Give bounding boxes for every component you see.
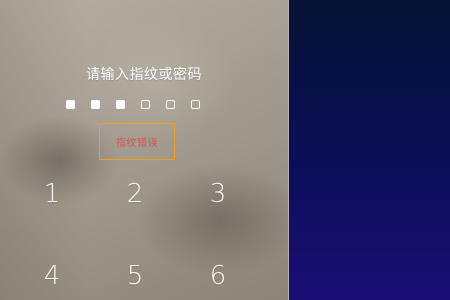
pin-dot xyxy=(91,100,100,109)
pin-indicator xyxy=(66,100,200,109)
pin-dot xyxy=(116,100,125,109)
key-2[interactable]: 2 xyxy=(105,170,165,218)
panel-divider xyxy=(288,0,289,300)
right-gradient-panel xyxy=(289,0,450,300)
numeric-keypad: 1 2 3 4 5 6 xyxy=(0,170,288,300)
key-5[interactable]: 5 xyxy=(105,252,165,300)
pin-dot xyxy=(191,100,200,109)
key-4[interactable]: 4 xyxy=(22,252,82,300)
screen-root: 请输入指纹或密码 指纹错误 1 2 3 4 5 6 xyxy=(0,0,450,300)
pin-dot xyxy=(66,100,75,109)
pin-dot xyxy=(166,100,175,109)
key-1[interactable]: 1 xyxy=(22,170,82,218)
key-6[interactable]: 6 xyxy=(188,252,248,300)
error-message-box: 指纹错误 xyxy=(99,123,175,160)
pin-dot xyxy=(141,100,150,109)
key-3[interactable]: 3 xyxy=(188,170,248,218)
unlock-prompt: 请输入指纹或密码 xyxy=(86,67,202,83)
lock-screen-panel: 请输入指纹或密码 指纹错误 1 2 3 4 5 6 xyxy=(0,0,288,300)
error-message-text: 指纹错误 xyxy=(116,138,158,149)
